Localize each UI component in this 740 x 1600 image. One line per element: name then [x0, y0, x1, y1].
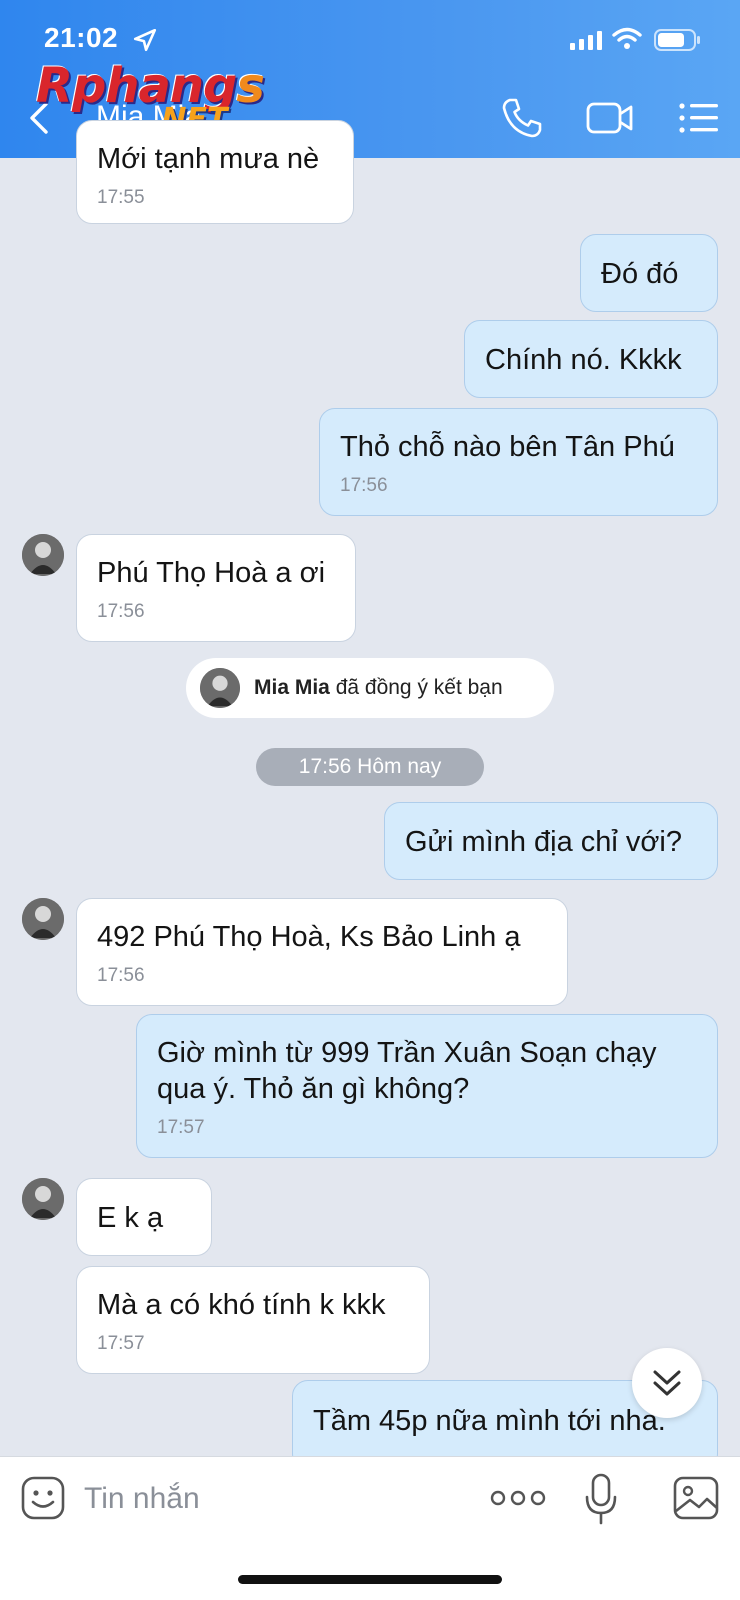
scroll-to-bottom-button[interactable]	[632, 1348, 702, 1418]
date-divider: 17:56 Hôm nay	[256, 748, 484, 786]
message-time: 17:57	[97, 1333, 145, 1354]
message-bubble-incoming[interactable]: 492 Phú Thọ Hoà, Ks Bảo Linh ạ 17:56	[76, 898, 568, 1006]
options-menu-icon[interactable]	[678, 96, 720, 140]
status-time: 21:02	[44, 22, 119, 53]
friend-accepted-notice: Mia Mia đã đồng ý kết bạn	[186, 658, 554, 718]
message-bubble-outgoing[interactable]: Chính nó. Kkkk	[464, 320, 718, 398]
home-indicator	[238, 1575, 502, 1584]
message-time: 17:55	[97, 187, 145, 208]
message-bubble-outgoing[interactable]: Gửi mình địa chỉ với?	[384, 802, 718, 880]
message-text-line: qua ý. Thỏ ăn gì không?	[157, 1073, 470, 1105]
contact-avatar	[200, 668, 240, 708]
contact-avatar[interactable]	[22, 898, 64, 940]
message-bubble-outgoing[interactable]: Thỏ chỗ nào bên Tân Phú 17:56	[319, 408, 718, 516]
emoji-sticker-icon[interactable]	[20, 1475, 66, 1521]
message-text: Mới tạnh mưa nè	[97, 143, 320, 175]
message-text: Đó đó	[601, 258, 679, 290]
message-text-line: Giờ mình từ 999 Trần Xuân Soạn chạy	[157, 1037, 657, 1069]
double-chevron-down-icon	[653, 1370, 681, 1396]
message-text: 492 Phú Thọ Hoà, Ks Bảo Linh ạ	[97, 921, 521, 953]
message-time: 17:56	[97, 965, 145, 986]
cellular-signal-icon	[570, 31, 602, 50]
contact-avatar[interactable]	[22, 1178, 64, 1220]
message-time: 17:56	[340, 475, 388, 496]
message-input-bar	[0, 1456, 740, 1600]
image-gallery-icon[interactable]	[672, 1475, 720, 1521]
video-call-icon[interactable]	[586, 96, 634, 140]
message-text: Thỏ chỗ nào bên Tân Phú	[340, 431, 675, 463]
more-options-icon[interactable]	[490, 1485, 546, 1511]
message-input[interactable]	[84, 1475, 464, 1523]
message-bubble-outgoing[interactable]: Giờ mình từ 999 Trần Xuân Soạn chạy qua …	[136, 1014, 718, 1158]
message-time: 17:57	[157, 1117, 205, 1138]
message-text: E k ạ	[97, 1202, 164, 1234]
message-text: Mà a có khó tính k kkk	[97, 1289, 386, 1321]
message-text: Chính nó. Kkkk	[485, 344, 682, 376]
message-time: 17:56	[97, 601, 145, 622]
battery-icon	[654, 29, 700, 51]
message-bubble-incoming[interactable]: Mới tạnh mưa nè 17:55	[76, 120, 354, 224]
wifi-icon	[612, 27, 642, 49]
notice-text: Mia Mia đã đồng ý kết bạn	[254, 676, 503, 699]
contact-avatar[interactable]	[22, 534, 64, 576]
message-bubble-outgoing[interactable]: Đó đó	[580, 234, 718, 312]
microphone-icon[interactable]	[584, 1473, 618, 1525]
phone-call-icon[interactable]	[500, 96, 544, 140]
message-text: Phú Thọ Hoà a ơi	[97, 557, 326, 589]
message-bubble-incoming[interactable]: Phú Thọ Hoà a ơi 17:56	[76, 534, 356, 642]
location-arrow-icon	[133, 28, 157, 52]
message-bubble-incoming[interactable]: E k ạ	[76, 1178, 212, 1256]
message-bubble-incoming[interactable]: Mà a có khó tính k kkk 17:57	[76, 1266, 430, 1374]
message-text: Gửi mình địa chỉ với?	[405, 826, 682, 858]
